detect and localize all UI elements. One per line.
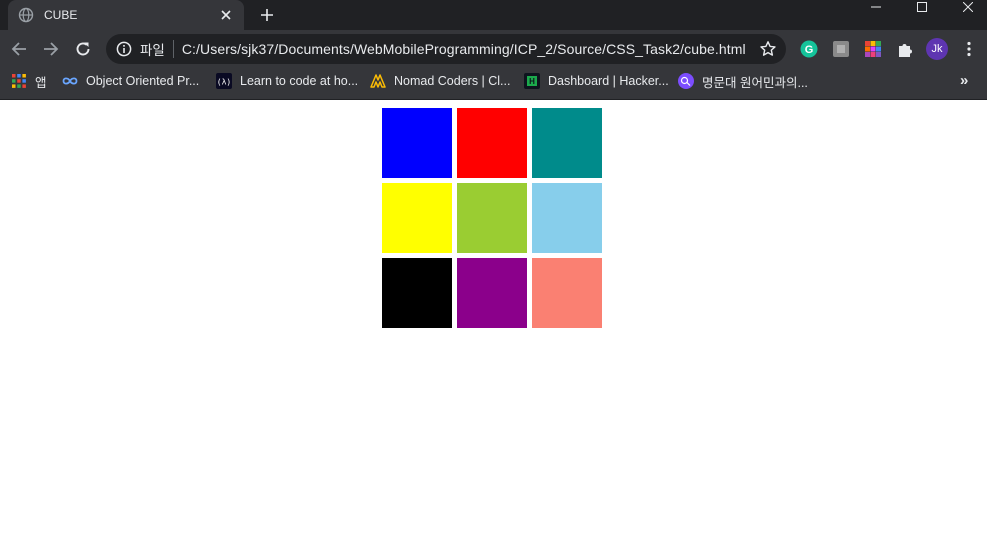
cube-cell bbox=[457, 183, 527, 253]
globe-icon bbox=[18, 7, 34, 23]
bookmark-star-icon[interactable] bbox=[759, 40, 777, 58]
maximize-button[interactable] bbox=[899, 0, 945, 14]
info-icon[interactable] bbox=[116, 41, 132, 57]
cube-cell bbox=[382, 258, 452, 328]
svg-text:G: G bbox=[805, 44, 814, 56]
url-text[interactable]: C:/Users/sjk37/Documents/WebMobileProgra… bbox=[182, 41, 759, 57]
bookmark-label: 앱 bbox=[35, 75, 47, 90]
extensions-puzzle-icon[interactable] bbox=[896, 40, 914, 58]
omnibox-separator bbox=[172, 40, 174, 58]
cube-cell bbox=[457, 108, 527, 178]
bookmark-native-tutor[interactable]: 명문대 원어민과의... bbox=[678, 68, 808, 94]
cube-cell bbox=[382, 183, 452, 253]
cube-cell bbox=[532, 108, 602, 178]
cube-cell bbox=[532, 258, 602, 328]
profile-initials: Jk bbox=[931, 43, 943, 55]
infinity-icon bbox=[62, 73, 78, 89]
bookmarks-overflow-button[interactable]: » bbox=[960, 72, 968, 89]
svg-text:(λ): (λ) bbox=[217, 78, 231, 87]
apps-grid-icon bbox=[11, 73, 27, 89]
cube-grid bbox=[382, 108, 602, 328]
color-grid-extension-icon[interactable] bbox=[864, 40, 882, 58]
bookmark-object-oriented[interactable]: Object Oriented Pr... bbox=[62, 68, 199, 94]
close-tab-icon[interactable] bbox=[218, 7, 234, 23]
new-tab-button[interactable] bbox=[256, 4, 278, 26]
bookmark-freecodecamp[interactable]: (λ) Learn to code at ho... bbox=[216, 68, 358, 94]
tab-title: CUBE bbox=[44, 8, 78, 22]
more-menu-icon[interactable] bbox=[960, 40, 978, 58]
bookmark-nomad-coders[interactable]: Nomad Coders | Cl... bbox=[370, 68, 510, 94]
reload-button[interactable] bbox=[71, 37, 95, 61]
grammarly-icon[interactable]: G bbox=[800, 40, 818, 58]
bookmark-label: Dashboard | Hacker... bbox=[548, 74, 669, 88]
browser-tab[interactable]: CUBE bbox=[8, 0, 244, 30]
forward-button[interactable] bbox=[39, 37, 63, 61]
freecodecamp-icon: (λ) bbox=[216, 73, 232, 89]
bookmark-hackerrank[interactable]: H Dashboard | Hacker... bbox=[524, 68, 669, 94]
hackerrank-icon: H bbox=[524, 73, 540, 89]
cube-cell bbox=[532, 183, 602, 253]
extension-icon[interactable] bbox=[832, 40, 850, 58]
file-scheme-label: 파일 bbox=[140, 43, 165, 58]
close-window-button[interactable] bbox=[945, 0, 987, 14]
bookmark-label: Nomad Coders | Cl... bbox=[394, 74, 511, 88]
back-button[interactable] bbox=[7, 37, 31, 61]
bookmarks-bar: 앱 Object Oriented Pr... (λ) Learn to cod… bbox=[0, 68, 987, 100]
chat-bubble-icon bbox=[678, 73, 694, 89]
cube-cell bbox=[457, 258, 527, 328]
svg-text:H: H bbox=[529, 77, 535, 86]
bookmark-label: Object Oriented Pr... bbox=[86, 74, 200, 88]
bookmark-label: Learn to code at ho... bbox=[240, 74, 359, 88]
nomad-coders-icon bbox=[370, 73, 386, 89]
profile-avatar[interactable]: Jk bbox=[926, 38, 948, 60]
title-bar: CUBE bbox=[0, 0, 987, 30]
cube-cell bbox=[382, 108, 452, 178]
browser-toolbar: 파일 C:/Users/sjk37/Documents/WebMobilePro… bbox=[0, 30, 987, 68]
bookmark-label: 명문대 원어민과의... bbox=[702, 75, 808, 90]
minimize-button[interactable] bbox=[853, 0, 899, 14]
bookmark-apps[interactable]: 앱 bbox=[11, 68, 47, 94]
address-bar[interactable]: 파일 C:/Users/sjk37/Documents/WebMobilePro… bbox=[106, 34, 786, 64]
